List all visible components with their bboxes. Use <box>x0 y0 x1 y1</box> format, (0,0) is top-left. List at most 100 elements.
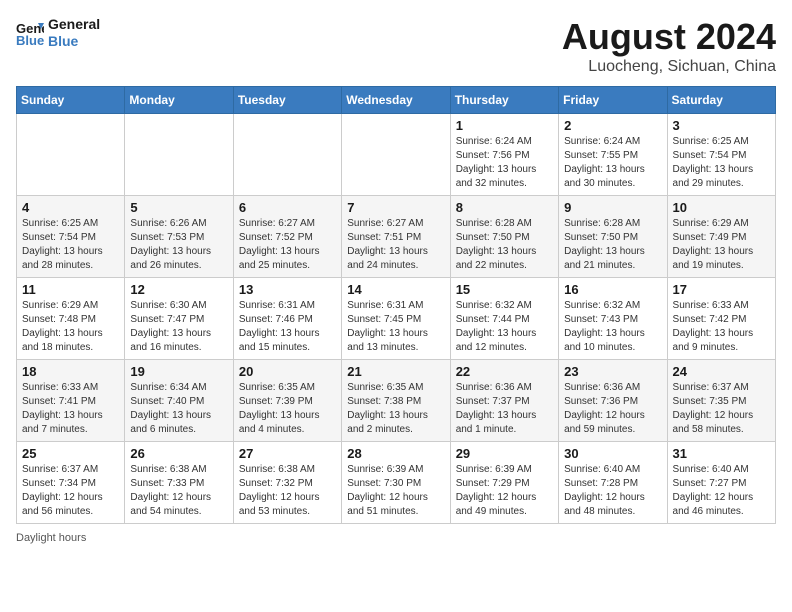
title-area: August 2024 Luocheng, Sichuan, China <box>562 16 776 76</box>
calendar-cell <box>233 114 341 196</box>
day-number: 4 <box>22 200 119 215</box>
calendar-cell: 10 Sunrise: 6:29 AMSunset: 7:49 PMDayligh… <box>667 196 775 278</box>
day-number: 13 <box>239 282 336 297</box>
day-info: Sunrise: 6:24 AMSunset: 7:56 PMDaylight:… <box>456 135 553 191</box>
week-row-2: 4Sunrise: 6:25 AMSunset: 7:54 PMDaylight… <box>17 196 776 278</box>
day-header-saturday: Saturday <box>667 87 775 114</box>
calendar-cell: 5 Sunrise: 6:26 AMSunset: 7:53 PMDaylight… <box>125 196 233 278</box>
calendar-cell: 2Sunrise: 6:24 AMSunset: 7:55 PMDaylight… <box>559 114 667 196</box>
day-header-tuesday: Tuesday <box>233 87 341 114</box>
day-info: Sunrise: 6:32 AMSunset: 7:43 PMDaylight:… <box>564 299 661 355</box>
day-info: Sunrise: 6:28 AMSunset: 7:50 PMDaylight:… <box>564 217 661 273</box>
week-row-5: 25 Sunrise: 6:37 AMSunset: 7:34 PMDayligh… <box>17 442 776 524</box>
day-number: 29 <box>456 446 553 461</box>
calendar-cell: 8 Sunrise: 6:28 AMSunset: 7:50 PMDaylight… <box>450 196 558 278</box>
day-info: Sunrise: 6:34 AMSunset: 7:40 PMDaylight:… <box>130 381 227 437</box>
day-number: 28 <box>347 446 444 461</box>
calendar-cell: 21 Sunrise: 6:35 AMSunset: 7:38 PMDayligh… <box>342 360 450 442</box>
day-header-friday: Friday <box>559 87 667 114</box>
calendar-body: 1 Sunrise: 6:24 AMSunset: 7:56 PMDaylight… <box>17 114 776 524</box>
calendar-cell: 6 Sunrise: 6:27 AMSunset: 7:52 PMDaylight… <box>233 196 341 278</box>
day-info: Sunrise: 6:29 AMSunset: 7:48 PMDaylight:… <box>22 299 119 355</box>
day-number: 17 <box>673 282 770 297</box>
day-info: Sunrise: 6:39 AMSunset: 7:30 PMDaylight:… <box>347 463 444 519</box>
week-row-3: 11 Sunrise: 6:29 AMSunset: 7:48 PMDayligh… <box>17 278 776 360</box>
logo-icon: General Blue <box>16 19 44 47</box>
day-number: 24 <box>673 364 770 379</box>
day-info: Sunrise: 6:33 AMSunset: 7:42 PMDaylight:… <box>673 299 770 355</box>
day-number: 25 <box>22 446 119 461</box>
day-info: Sunrise: 6:36 AMSunset: 7:36 PMDaylight:… <box>564 381 661 437</box>
day-info: Sunrise: 6:37 AMSunset: 7:34 PMDaylight:… <box>22 463 119 519</box>
day-number: 8 <box>456 200 553 215</box>
day-info: Sunrise: 6:31 AMSunset: 7:45 PMDaylight:… <box>347 299 444 355</box>
calendar-cell: 19Sunrise: 6:34 AMSunset: 7:40 PMDayligh… <box>125 360 233 442</box>
logo-line1: General <box>48 16 100 32</box>
calendar-cell: 25 Sunrise: 6:37 AMSunset: 7:34 PMDayligh… <box>17 442 125 524</box>
calendar-cell: 7Sunrise: 6:27 AMSunset: 7:51 PMDaylight… <box>342 196 450 278</box>
calendar-cell: 1 Sunrise: 6:24 AMSunset: 7:56 PMDaylight… <box>450 114 558 196</box>
day-number: 20 <box>239 364 336 379</box>
day-number: 27 <box>239 446 336 461</box>
day-info: Sunrise: 6:35 AMSunset: 7:39 PMDaylight:… <box>239 381 336 437</box>
day-info: Sunrise: 6:28 AMSunset: 7:50 PMDaylight:… <box>456 217 553 273</box>
day-number: 1 <box>456 118 553 133</box>
day-number: 15 <box>456 282 553 297</box>
main-title: August 2024 <box>562 16 776 58</box>
day-info: Sunrise: 6:25 AMSunset: 7:54 PMDaylight:… <box>673 135 770 191</box>
day-number: 10 <box>673 200 770 215</box>
svg-text:Blue: Blue <box>16 33 44 47</box>
day-header-thursday: Thursday <box>450 87 558 114</box>
day-info: Sunrise: 6:30 AMSunset: 7:47 PMDaylight:… <box>130 299 227 355</box>
calendar-cell: 15 Sunrise: 6:32 AMSunset: 7:44 PMDayligh… <box>450 278 558 360</box>
day-number: 26 <box>130 446 227 461</box>
day-info: Sunrise: 6:24 AMSunset: 7:55 PMDaylight:… <box>564 135 661 191</box>
calendar-cell: 13Sunrise: 6:31 AMSunset: 7:46 PMDayligh… <box>233 278 341 360</box>
day-info: Sunrise: 6:40 AMSunset: 7:27 PMDaylight:… <box>673 463 770 519</box>
calendar-cell: 29 Sunrise: 6:39 AMSunset: 7:29 PMDayligh… <box>450 442 558 524</box>
calendar-cell: 17 Sunrise: 6:33 AMSunset: 7:42 PMDayligh… <box>667 278 775 360</box>
calendar-cell: 24 Sunrise: 6:37 AMSunset: 7:35 PMDayligh… <box>667 360 775 442</box>
day-number: 22 <box>456 364 553 379</box>
logo: General Blue General Blue <box>16 16 100 50</box>
day-info: Sunrise: 6:36 AMSunset: 7:37 PMDaylight:… <box>456 381 553 437</box>
calendar-cell: 4Sunrise: 6:25 AMSunset: 7:54 PMDaylight… <box>17 196 125 278</box>
week-row-4: 18Sunrise: 6:33 AMSunset: 7:41 PMDayligh… <box>17 360 776 442</box>
day-number: 11 <box>22 282 119 297</box>
day-info: Sunrise: 6:32 AMSunset: 7:44 PMDaylight:… <box>456 299 553 355</box>
subtitle: Luocheng, Sichuan, China <box>562 58 776 76</box>
day-number: 3 <box>673 118 770 133</box>
calendar-table: SundayMondayTuesdayWednesdayThursdayFrid… <box>16 86 776 524</box>
calendar-cell: 11 Sunrise: 6:29 AMSunset: 7:48 PMDayligh… <box>17 278 125 360</box>
day-info: Sunrise: 6:27 AMSunset: 7:51 PMDaylight:… <box>347 217 444 273</box>
calendar-cell <box>125 114 233 196</box>
day-number: 31 <box>673 446 770 461</box>
day-number: 14 <box>347 282 444 297</box>
day-info: Sunrise: 6:33 AMSunset: 7:41 PMDaylight:… <box>22 381 119 437</box>
logo-line2: Blue <box>48 33 78 49</box>
calendar-cell: 26 Sunrise: 6:38 AMSunset: 7:33 PMDayligh… <box>125 442 233 524</box>
day-info: Sunrise: 6:38 AMSunset: 7:32 PMDaylight:… <box>239 463 336 519</box>
calendar-cell: 14 Sunrise: 6:31 AMSunset: 7:45 PMDayligh… <box>342 278 450 360</box>
calendar-cell: 27 Sunrise: 6:38 AMSunset: 7:32 PMDayligh… <box>233 442 341 524</box>
day-info: Sunrise: 6:26 AMSunset: 7:53 PMDaylight:… <box>130 217 227 273</box>
day-info: Sunrise: 6:38 AMSunset: 7:33 PMDaylight:… <box>130 463 227 519</box>
day-number: 21 <box>347 364 444 379</box>
day-number: 30 <box>564 446 661 461</box>
day-number: 9 <box>564 200 661 215</box>
day-info: Sunrise: 6:27 AMSunset: 7:52 PMDaylight:… <box>239 217 336 273</box>
day-info: Sunrise: 6:29 AMSunset: 7:49 PMDaylight:… <box>673 217 770 273</box>
day-number: 12 <box>130 282 227 297</box>
day-info: Sunrise: 6:37 AMSunset: 7:35 PMDaylight:… <box>673 381 770 437</box>
day-number: 16 <box>564 282 661 297</box>
day-number: 5 <box>130 200 227 215</box>
calendar-cell: 18Sunrise: 6:33 AMSunset: 7:41 PMDayligh… <box>17 360 125 442</box>
day-info: Sunrise: 6:40 AMSunset: 7:28 PMDaylight:… <box>564 463 661 519</box>
week-row-1: 1 Sunrise: 6:24 AMSunset: 7:56 PMDaylight… <box>17 114 776 196</box>
day-info: Sunrise: 6:35 AMSunset: 7:38 PMDaylight:… <box>347 381 444 437</box>
calendar-cell: 12 Sunrise: 6:30 AMSunset: 7:47 PMDayligh… <box>125 278 233 360</box>
day-number: 6 <box>239 200 336 215</box>
calendar-cell: 28 Sunrise: 6:39 AMSunset: 7:30 PMDayligh… <box>342 442 450 524</box>
day-info: Sunrise: 6:39 AMSunset: 7:29 PMDaylight:… <box>456 463 553 519</box>
calendar-cell: 9 Sunrise: 6:28 AMSunset: 7:50 PMDaylight… <box>559 196 667 278</box>
